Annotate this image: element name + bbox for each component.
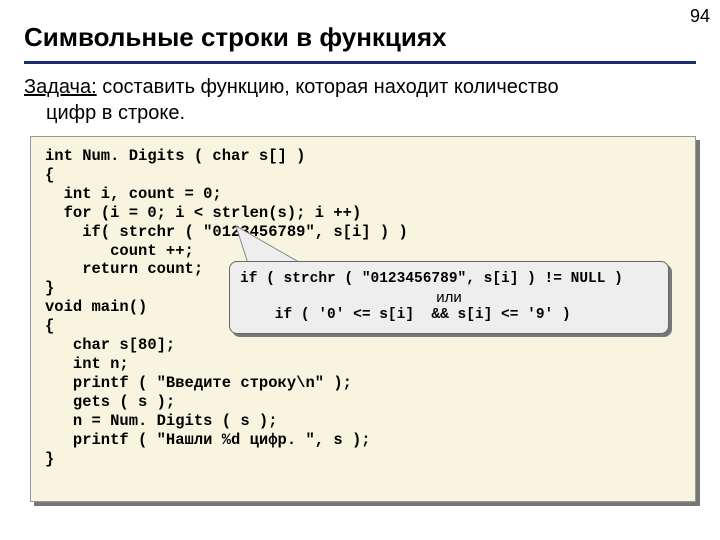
title-underline <box>24 61 696 64</box>
callout-or: или <box>240 289 658 306</box>
page-title: Символьные строки в функциях <box>0 0 720 61</box>
code-block: int Num. Digits ( char s[] ) { int i, co… <box>30 136 696 502</box>
callout-body: if ( strchr ( "0123456789", s[i] ) != NU… <box>229 261 669 334</box>
callout-box: if ( strchr ( "0123456789", s[i] ) != NU… <box>229 261 669 334</box>
code-block-body: int Num. Digits ( char s[] ) { int i, co… <box>30 136 696 502</box>
callout-line-2: if ( '0' <= s[i] && s[i] <= '9' ) <box>240 306 658 325</box>
callout-line-1: if ( strchr ( "0123456789", s[i] ) != NU… <box>240 270 658 289</box>
task-text-1: составить функцию, которая находит колич… <box>97 76 559 98</box>
task-label: Задача: <box>24 76 97 98</box>
page-number: 94 <box>690 6 710 27</box>
task-statement: Задача: составить функцию, которая наход… <box>0 74 720 136</box>
task-text-2: цифр в строке. <box>24 100 696 126</box>
